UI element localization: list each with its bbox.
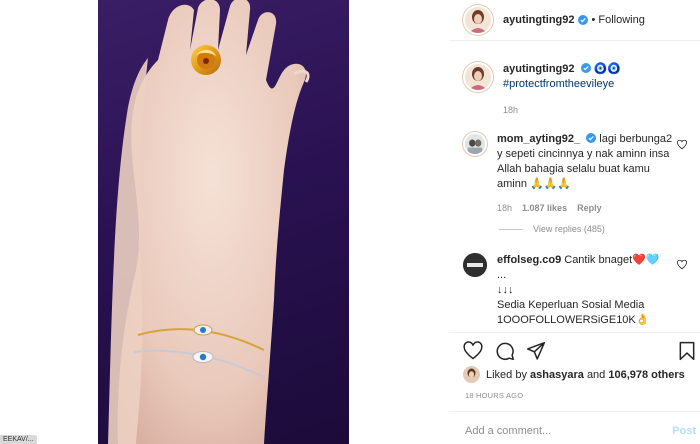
bookmark-icon[interactable] xyxy=(677,341,697,361)
comment-item: mom_ayting92_ lagi berbunga2 y sepeti ci… xyxy=(463,132,688,216)
comment-item: effolseg.co9 Cantik bnaget❤️🩵 ... ↓↓↓ Se… xyxy=(463,253,688,328)
follow-status[interactable]: • Following xyxy=(592,14,645,26)
view-replies-button[interactable]: View replies (485) xyxy=(499,224,605,234)
action-bar xyxy=(463,341,700,363)
instagram-post-view: EEKAV/... ayutingting92 • Following ayut… xyxy=(0,0,700,444)
follow-status-label: Following xyxy=(598,14,645,26)
heart-icon[interactable] xyxy=(463,341,483,361)
comment-text-line-4: Sedia Keperluan Sosial Media xyxy=(497,299,645,311)
likes-others-count[interactable]: 106,978 others xyxy=(608,369,684,381)
likes-prefix: Liked by xyxy=(486,368,527,381)
comment-likes[interactable]: 1.087 likes xyxy=(522,201,567,216)
commenter-avatar[interactable] xyxy=(463,132,487,156)
liker-username[interactable]: ashasyara xyxy=(530,369,584,381)
actions-divider xyxy=(449,332,700,333)
caption-username[interactable]: ayutingting92 xyxy=(503,63,575,75)
comment-box-divider xyxy=(449,411,700,412)
comment-time: 18h xyxy=(497,203,513,213)
comment-text-line-3: ↓↓↓ xyxy=(497,284,514,296)
commenter-username[interactable]: effolseg.co9 xyxy=(497,254,561,266)
likes-summary: Liked by ashasyara and 106,978 others xyxy=(463,366,685,383)
commenter-username[interactable]: mom_ayting92_ xyxy=(497,133,580,145)
avatar-image xyxy=(463,253,487,277)
post-comment-button[interactable]: Post xyxy=(672,425,696,437)
comment-text-block: mom_ayting92_ lagi berbunga2 y sepeti ci… xyxy=(497,132,677,192)
caption-emoji: 🧿🧿 xyxy=(593,63,622,75)
comment-meta: 18h 1.087 likes Reply xyxy=(497,201,677,216)
comment-like-heart-icon[interactable] xyxy=(677,260,687,270)
author-avatar[interactable] xyxy=(463,5,493,35)
post-header: ayutingting92 • Following xyxy=(449,0,700,41)
comment-text: Cantik bnaget❤️🩵 xyxy=(564,254,660,266)
left-stub-label: EEKAV/... xyxy=(0,435,37,444)
caption-line: ayutingting92 🧿🧿 xyxy=(503,62,621,77)
comment-text-line-1: effolseg.co9 Cantik bnaget❤️🩵 xyxy=(497,253,677,268)
verified-icon xyxy=(577,15,588,25)
post-photo[interactable] xyxy=(98,0,349,444)
caption-avatar[interactable] xyxy=(463,62,493,92)
comment-body: effolseg.co9 Cantik bnaget❤️🩵 ... ↓↓↓ Se… xyxy=(497,253,677,328)
avatar-image xyxy=(465,64,491,90)
replies-line xyxy=(499,228,523,230)
avatar-image xyxy=(465,7,491,33)
post-timestamp[interactable]: 18 HOURS AGO xyxy=(465,391,523,400)
photo-hand-illustration xyxy=(108,0,310,444)
commenter-avatar[interactable] xyxy=(463,253,487,277)
comment-icon[interactable] xyxy=(495,341,515,361)
reply-button[interactable]: Reply xyxy=(577,201,602,216)
verified-icon xyxy=(580,63,591,73)
post-side-panel: ayutingting92 • Following ayutingting92 … xyxy=(449,0,700,444)
comment-text-line-5: 1OOOFOLLOWERSiGE10K👌 xyxy=(497,314,650,326)
comment-text-line-2: ... xyxy=(497,269,507,281)
add-comment-input[interactable]: Add a comment... xyxy=(465,425,551,437)
share-icon[interactable] xyxy=(526,341,546,361)
verified-icon xyxy=(586,133,597,143)
caption: ayutingting92 🧿🧿 #protectfromtheevileye … xyxy=(463,62,688,118)
caption-body: ayutingting92 🧿🧿 #protectfromtheevileye … xyxy=(503,62,621,118)
likes-and: and xyxy=(586,368,606,381)
view-replies-label: View replies (485) xyxy=(533,224,605,234)
liker-avatar[interactable] xyxy=(463,366,480,383)
left-gutter: EEKAV/... xyxy=(0,0,98,444)
author-username[interactable]: ayutingting92 xyxy=(503,14,575,26)
caption-hashtag[interactable]: #protectfromtheevileye xyxy=(503,77,621,92)
avatar-image xyxy=(463,366,480,383)
caption-time: 18h xyxy=(503,105,519,115)
comment-like-heart-icon[interactable] xyxy=(677,140,687,150)
separator-dot: • xyxy=(591,14,596,26)
comment-body: mom_ayting92_ lagi berbunga2 y sepeti ci… xyxy=(497,132,677,216)
avatar-image xyxy=(465,134,485,154)
